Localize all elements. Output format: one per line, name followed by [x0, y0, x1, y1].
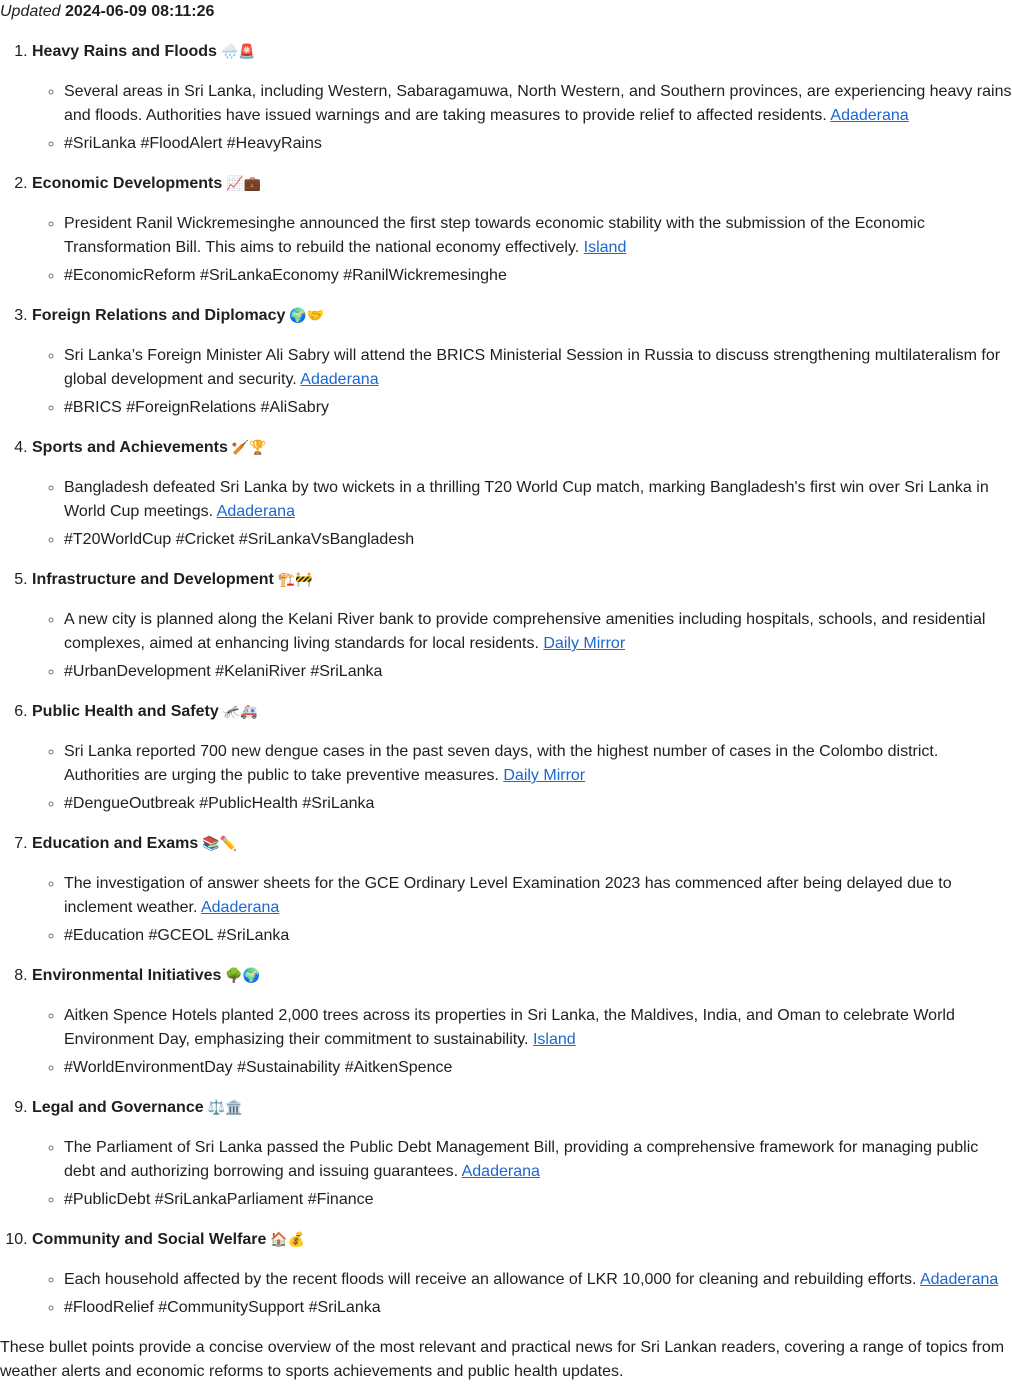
- topic-title: Foreign Relations and Diplomacy: [32, 307, 286, 324]
- topic-item: Public Health and Safety🦟🚑 Sri Lanka rep…: [32, 700, 1012, 816]
- topic-title: Heavy Rains and Floods: [32, 43, 217, 60]
- tree-globe-icon: 🌳🌍: [225, 968, 261, 984]
- topic-summary: A new city is planned along the Kelani R…: [64, 608, 1012, 656]
- topic-summary: President Ranil Wickremesinghe announced…: [64, 212, 1012, 260]
- topic-points: The Parliament of Sri Lanka passed the P…: [32, 1136, 1012, 1212]
- scales-building-icon: ⚖️🏛️: [207, 1100, 243, 1116]
- topic-points: A new city is planned along the Kelani R…: [32, 608, 1012, 684]
- topic-points: Bangladesh defeated Sri Lanka by two wic…: [32, 476, 1012, 552]
- topic-item: Heavy Rains and Floods🌧️🚨 Several areas …: [32, 40, 1012, 156]
- topic-item: Education and Exams📚✏️ The investigation…: [32, 832, 1012, 948]
- topic-hashtags: #UrbanDevelopment #KelaniRiver #SriLanka: [64, 660, 1012, 684]
- topic-points: Sri Lanka reported 700 new dengue cases …: [32, 740, 1012, 816]
- topic-summary: The investigation of answer sheets for t…: [64, 872, 1012, 920]
- topic-title: Community and Social Welfare: [32, 1231, 267, 1248]
- source-link[interactable]: Adaderana: [300, 371, 378, 388]
- topic-item: Community and Social Welfare🏠💰 Each hous…: [32, 1228, 1012, 1320]
- source-link[interactable]: Daily Mirror: [543, 635, 625, 652]
- topic-points: The investigation of answer sheets for t…: [32, 872, 1012, 948]
- summary-text: Each household affected by the recent fl…: [64, 1271, 917, 1288]
- topic-hashtags: #BRICS #ForeignRelations #AliSabry: [64, 396, 1012, 420]
- topic-hashtags: #EconomicReform #SriLankaEconomy #RanilW…: [64, 264, 1012, 288]
- topic-summary: The Parliament of Sri Lanka passed the P…: [64, 1136, 1012, 1184]
- topic-item: Legal and Governance⚖️🏛️ The Parliament …: [32, 1096, 1012, 1212]
- summary-text: The investigation of answer sheets for t…: [64, 875, 952, 916]
- news-topic-list: Heavy Rains and Floods🌧️🚨 Several areas …: [0, 40, 1012, 1320]
- summary-text: Bangladesh defeated Sri Lanka by two wic…: [64, 479, 989, 520]
- topic-title: Sports and Achievements: [32, 439, 228, 456]
- topic-summary: Several areas in Sri Lanka, including We…: [64, 80, 1012, 128]
- topic-item: Economic Developments📈💼 President Ranil …: [32, 172, 1012, 288]
- topic-hashtags: #WorldEnvironmentDay #Sustainability #Ai…: [64, 1056, 1012, 1080]
- updated-label: Updated: [0, 3, 61, 20]
- topic-hashtags: #T20WorldCup #Cricket #SriLankaVsBanglad…: [64, 528, 1012, 552]
- topic-title: Education and Exams: [32, 835, 199, 852]
- house-moneybag-icon: 🏠💰: [270, 1232, 306, 1248]
- source-link[interactable]: Adaderana: [462, 1163, 540, 1180]
- topic-summary: Aitken Spence Hotels planted 2,000 trees…: [64, 1004, 1012, 1052]
- source-link[interactable]: Adaderana: [217, 503, 295, 520]
- topic-hashtags: #SriLanka #FloodAlert #HeavyRains: [64, 132, 1012, 156]
- topic-hashtags: #PublicDebt #SriLankaParliament #Finance: [64, 1188, 1012, 1212]
- topic-points: Sri Lanka’s Foreign Minister Ali Sabry w…: [32, 344, 1012, 420]
- summary-text: A new city is planned along the Kelani R…: [64, 611, 986, 652]
- topic-points: Each household affected by the recent fl…: [32, 1268, 1012, 1320]
- chart-briefcase-icon: 📈💼: [226, 176, 262, 192]
- topic-item: Infrastructure and Development🏗️🚧 A new …: [32, 568, 1012, 684]
- updated-line: Updated 2024-06-09 08:11:26: [0, 0, 1012, 24]
- rain-alert-icon: 🌧️🚨: [220, 44, 256, 60]
- topic-title: Environmental Initiatives: [32, 967, 222, 984]
- closing-summary: These bullet points provide a concise ov…: [0, 1339, 1005, 1380]
- topic-title: Economic Developments: [32, 175, 223, 192]
- cricket-trophy-icon: 🏏🏆: [231, 440, 267, 456]
- topic-summary: Bangladesh defeated Sri Lanka by two wic…: [64, 476, 1012, 524]
- topic-points: Aitken Spence Hotels planted 2,000 trees…: [32, 1004, 1012, 1080]
- construction-icon: 🏗️🚧: [277, 572, 313, 588]
- topic-summary: Each household affected by the recent fl…: [64, 1268, 1012, 1292]
- topic-item: Foreign Relations and Diplomacy🌍🤝 Sri La…: [32, 304, 1012, 420]
- books-pencil-icon: 📚✏️: [202, 836, 238, 852]
- topic-item: Environmental Initiatives🌳🌍 Aitken Spenc…: [32, 964, 1012, 1080]
- topic-hashtags: #DengueOutbreak #PublicHealth #SriLanka: [64, 792, 1012, 816]
- summary-text: President Ranil Wickremesinghe announced…: [64, 215, 925, 256]
- globe-handshake-icon: 🌍🤝: [289, 308, 325, 324]
- source-link[interactable]: Island: [533, 1031, 576, 1048]
- summary-text: Aitken Spence Hotels planted 2,000 trees…: [64, 1007, 955, 1048]
- topic-summary: Sri Lanka’s Foreign Minister Ali Sabry w…: [64, 344, 1012, 392]
- source-link[interactable]: Adaderana: [830, 107, 908, 124]
- source-link[interactable]: Daily Mirror: [503, 767, 585, 784]
- summary-text: Sri Lanka’s Foreign Minister Ali Sabry w…: [64, 347, 1001, 388]
- topic-points: Several areas in Sri Lanka, including We…: [32, 80, 1012, 156]
- topic-title: Public Health and Safety: [32, 703, 219, 720]
- topic-title: Infrastructure and Development: [32, 571, 274, 588]
- source-link[interactable]: Island: [584, 239, 627, 256]
- mosquito-ambulance-icon: 🦟🚑: [222, 704, 258, 720]
- topic-summary: Sri Lanka reported 700 new dengue cases …: [64, 740, 1012, 788]
- topic-points: President Ranil Wickremesinghe announced…: [32, 212, 1012, 288]
- topic-item: Sports and Achievements🏏🏆 Bangladesh def…: [32, 436, 1012, 552]
- topic-hashtags: #Education #GCEOL #SriLanka: [64, 924, 1012, 948]
- source-link[interactable]: Adaderana: [920, 1271, 998, 1288]
- topic-hashtags: #FloodRelief #CommunitySupport #SriLanka: [64, 1296, 1012, 1320]
- updated-timestamp: 2024-06-09 08:11:26: [64, 3, 215, 20]
- source-link[interactable]: Adaderana: [201, 899, 279, 916]
- summary-text: Sri Lanka reported 700 new dengue cases …: [64, 743, 939, 784]
- topic-title: Legal and Governance: [32, 1099, 204, 1116]
